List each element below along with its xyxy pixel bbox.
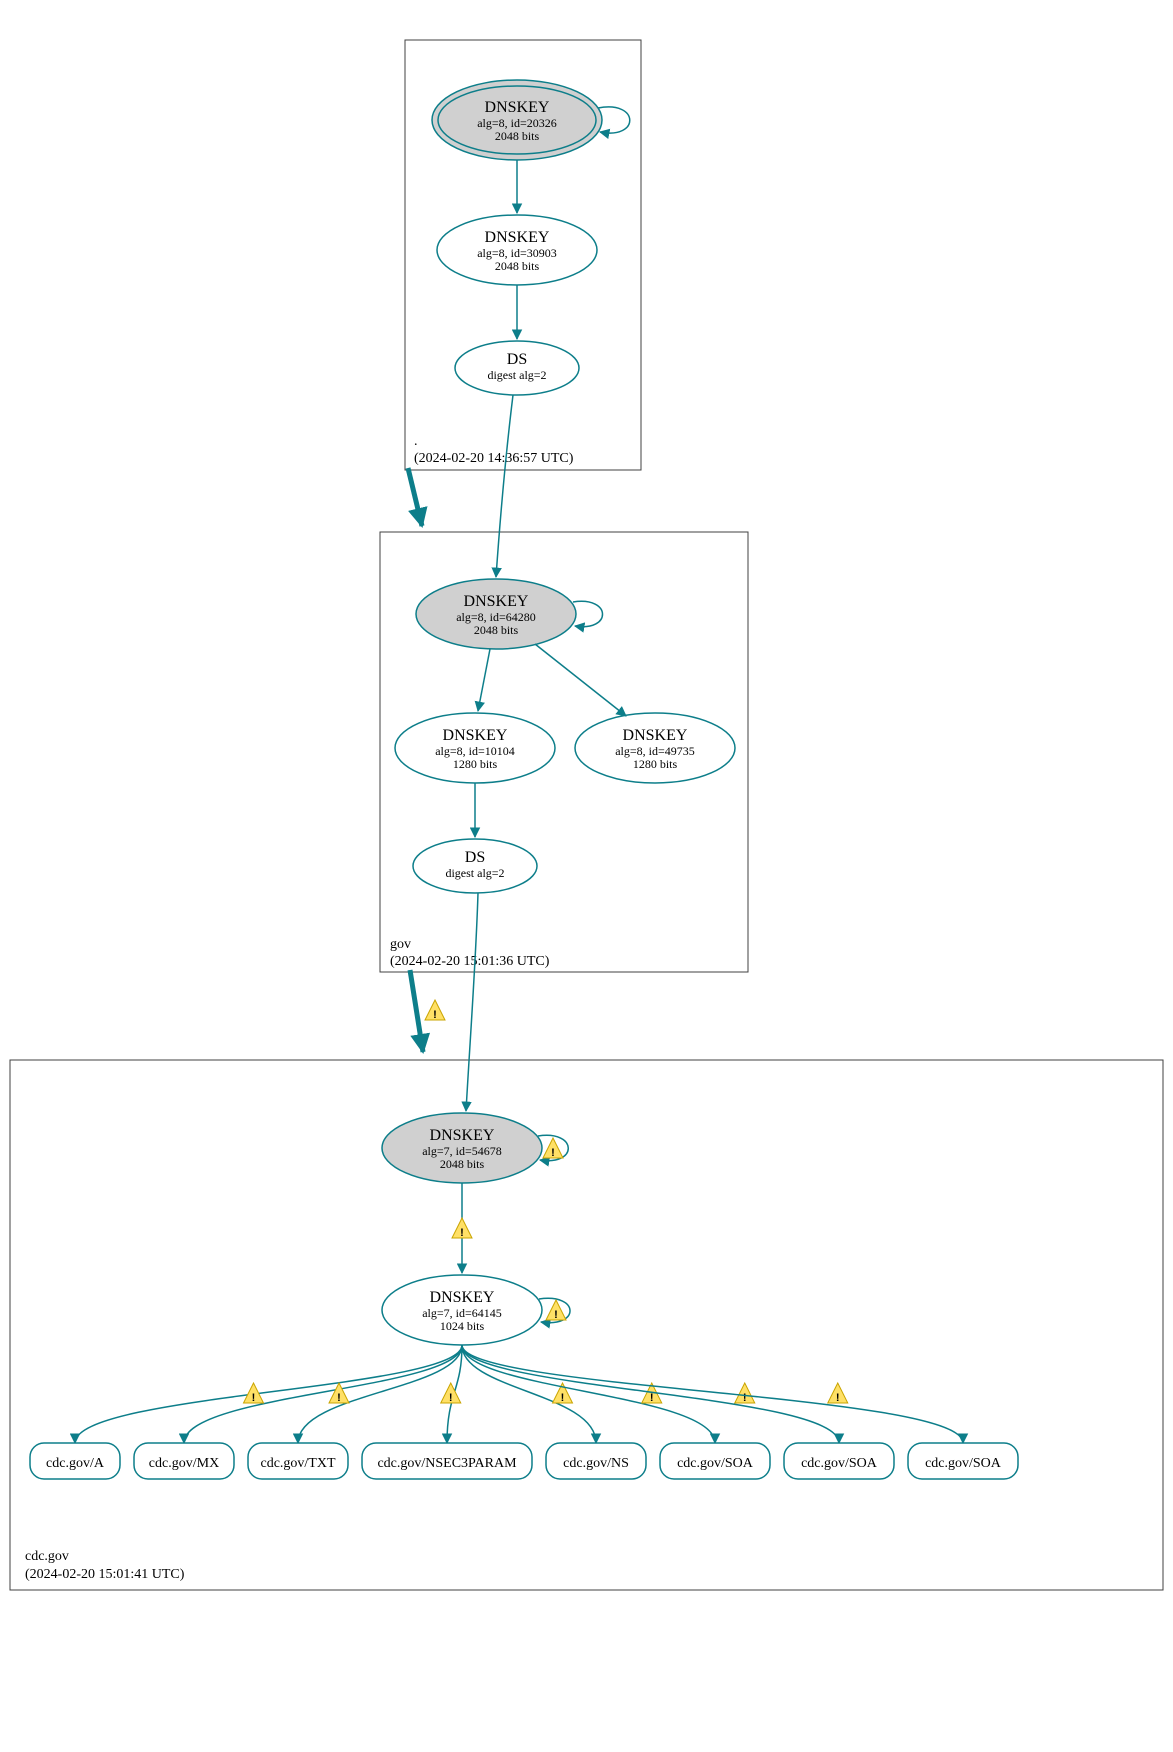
svg-text:DNSKEY: DNSKEY xyxy=(485,229,550,246)
warning-icon: ! xyxy=(329,1383,349,1404)
rr-label: cdc.gov/NS xyxy=(563,1456,629,1471)
warning-icon: ! xyxy=(828,1383,848,1404)
edge-cdczsk-rr xyxy=(298,1345,462,1443)
rr-label: cdc.gov/SOA xyxy=(801,1456,878,1471)
svg-text:alg=8, id=20326: alg=8, id=20326 xyxy=(477,116,557,130)
warning-icon: ! xyxy=(441,1383,461,1404)
warning-icon: ! xyxy=(735,1383,755,1404)
svg-text:DNSKEY: DNSKEY xyxy=(623,727,688,744)
node-root-ds[interactable]: DS digest alg=2 xyxy=(455,341,579,395)
svg-text:DNSKEY: DNSKEY xyxy=(430,1127,495,1144)
svg-text:DNSKEY: DNSKEY xyxy=(464,593,529,610)
svg-text:alg=8, id=30903: alg=8, id=30903 xyxy=(477,246,557,260)
svg-text:alg=8, id=10104: alg=8, id=10104 xyxy=(435,744,515,758)
node-root-zsk[interactable]: DNSKEY alg=8, id=30903 2048 bits xyxy=(437,215,597,285)
warning-icon: ! xyxy=(452,1218,472,1239)
edge-gov-ksk-self xyxy=(573,601,603,626)
zone-root-name: . xyxy=(414,434,418,449)
svg-text:!: ! xyxy=(449,1392,453,1404)
edge-govds-cdcksk xyxy=(466,893,478,1111)
edge-deleg-root-gov xyxy=(408,468,422,526)
edge-cdczsk-rr xyxy=(462,1345,715,1443)
svg-text:alg=8, id=49735: alg=8, id=49735 xyxy=(615,744,695,758)
warning-icon: ! xyxy=(425,1000,445,1021)
edge-deleg-gov-cdc xyxy=(410,970,423,1052)
node-gov-ksk[interactable]: DNSKEY alg=8, id=64280 2048 bits xyxy=(416,579,576,649)
svg-text:!: ! xyxy=(554,1309,558,1321)
svg-text:digest alg=2: digest alg=2 xyxy=(487,368,546,382)
node-cdc-zsk[interactable]: DNSKEY alg=7, id=64145 1024 bits xyxy=(382,1275,542,1345)
svg-text:DNSKEY: DNSKEY xyxy=(485,99,550,116)
edge-govksk-govzsk2 xyxy=(535,644,626,716)
rr-label: cdc.gov/SOA xyxy=(677,1456,754,1471)
rr-label: cdc.gov/NSEC3PARAM xyxy=(377,1456,517,1471)
edge-cdczsk-rr xyxy=(184,1345,462,1443)
zone-gov-ts: (2024-02-20 15:01:36 UTC) xyxy=(390,954,550,969)
svg-text:2048 bits: 2048 bits xyxy=(495,259,540,273)
svg-text:2048 bits: 2048 bits xyxy=(440,1157,485,1171)
node-gov-zsk[interactable]: DNSKEY alg=8, id=10104 1280 bits xyxy=(395,713,555,783)
zone-cdc: cdc.gov (2024-02-20 15:01:41 UTC) xyxy=(10,1060,1163,1590)
svg-text:!: ! xyxy=(252,1392,256,1404)
svg-text:!: ! xyxy=(551,1147,555,1159)
svg-text:1280 bits: 1280 bits xyxy=(633,757,678,771)
svg-text:2048 bits: 2048 bits xyxy=(495,129,540,143)
svg-text:alg=7, id=54678: alg=7, id=54678 xyxy=(422,1144,502,1158)
warning-icon: ! xyxy=(543,1138,563,1159)
node-cdc-ksk[interactable]: DNSKEY alg=7, id=54678 2048 bits xyxy=(382,1113,542,1183)
svg-text:2048 bits: 2048 bits xyxy=(474,623,519,637)
svg-text:1024 bits: 1024 bits xyxy=(440,1319,485,1333)
zone-root-ts: (2024-02-20 14:36:57 UTC) xyxy=(414,451,574,466)
svg-text:digest alg=2: digest alg=2 xyxy=(445,866,504,880)
rr-label: cdc.gov/TXT xyxy=(260,1456,335,1471)
edge-root-ksk-self xyxy=(598,107,630,133)
node-gov-ds[interactable]: DS digest alg=2 xyxy=(413,839,537,893)
node-root-ksk[interactable]: DNSKEY alg=8, id=20326 2048 bits xyxy=(432,80,602,160)
edge-cdczsk-rr xyxy=(75,1345,462,1443)
svg-text:DS: DS xyxy=(465,849,485,866)
zone-cdc-name: cdc.gov xyxy=(25,1549,69,1564)
svg-text:DNSKEY: DNSKEY xyxy=(443,727,508,744)
svg-text:!: ! xyxy=(561,1392,565,1404)
svg-text:DNSKEY: DNSKEY xyxy=(430,1289,495,1306)
zone-cdc-ts: (2024-02-20 15:01:41 UTC) xyxy=(25,1567,185,1582)
edge-govksk-govzsk xyxy=(478,649,490,711)
svg-text:1280 bits: 1280 bits xyxy=(453,757,498,771)
edge-cdczsk-rr xyxy=(462,1345,963,1443)
svg-text:!: ! xyxy=(743,1392,747,1404)
rr-label: cdc.gov/A xyxy=(46,1456,105,1471)
svg-text:!: ! xyxy=(650,1392,654,1404)
edge-rootds-govksk xyxy=(496,395,513,577)
svg-text:!: ! xyxy=(460,1227,464,1239)
svg-text:!: ! xyxy=(836,1392,840,1404)
svg-text:alg=7, id=64145: alg=7, id=64145 xyxy=(422,1306,502,1320)
zone-gov-name: gov xyxy=(390,937,411,952)
svg-text:!: ! xyxy=(433,1009,437,1021)
svg-text:DS: DS xyxy=(507,351,527,368)
warning-icon: ! xyxy=(546,1300,566,1321)
rr-label: cdc.gov/SOA xyxy=(925,1456,1002,1471)
svg-text:!: ! xyxy=(337,1392,341,1404)
node-gov-zsk2[interactable]: DNSKEY alg=8, id=49735 1280 bits xyxy=(575,713,735,783)
svg-text:alg=8, id=64280: alg=8, id=64280 xyxy=(456,610,536,624)
rr-label: cdc.gov/MX xyxy=(149,1456,219,1471)
